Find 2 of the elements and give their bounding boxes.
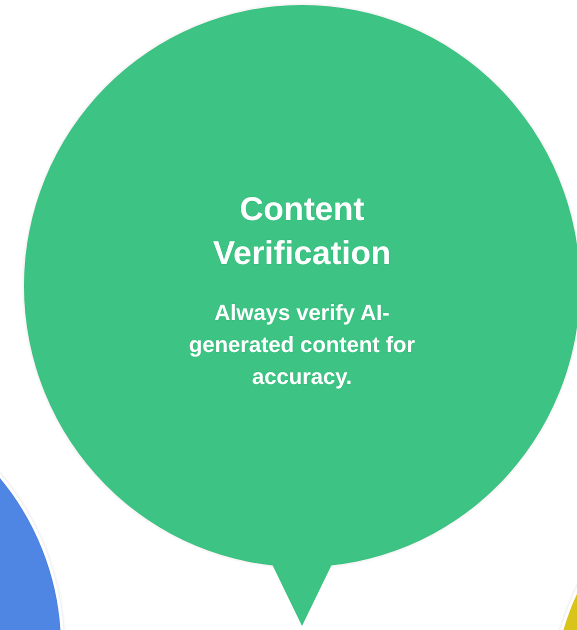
bubble-text: Always verify AI-generated content for accuracy. <box>188 299 416 391</box>
bubble-title: Content Verification <box>212 189 392 273</box>
